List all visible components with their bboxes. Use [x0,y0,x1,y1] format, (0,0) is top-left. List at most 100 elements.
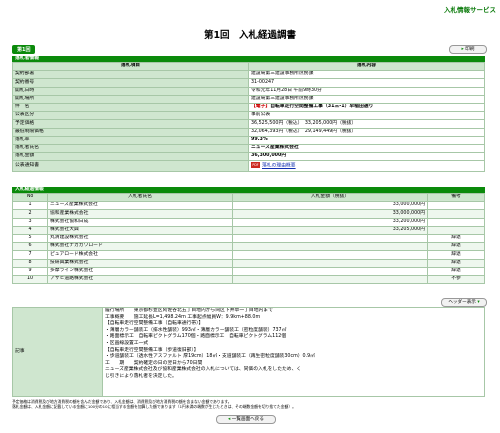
bid-note: 辞退 [427,266,485,276]
info-row: 落札者氏名 ニューズ産業株式会社 [12,143,485,154]
info-value: ニューズ産業株式会社 [248,143,485,154]
info-value: 令和元年11月28日 午前9時30分 [248,86,485,96]
bid-note [427,225,485,235]
info-key: 開札日時 [12,86,249,96]
tab-round-1[interactable]: 第1回 [12,45,36,54]
bid-note [427,201,485,211]
bid-no: 8 [12,258,48,268]
page-title: 第1回 入札経過調書 [203,30,297,41]
bid-row: 6 株式会社ナカガワロード 辞退 [12,242,485,252]
info-row: 予定価格 36,525,500円（税込） 33,205,000円（税抜） [12,119,485,129]
bid-amount [232,258,428,268]
print-button[interactable]: ▸ 印刷 [449,45,487,54]
bid-amount [232,242,428,252]
info-value: 36,300,000円 [248,152,485,162]
info-row: 公表通知書 PDF 落札の理由概要 [12,160,485,173]
info-value: 建設局第三建設事務所庶務課 [248,70,485,80]
back-to-list-button-label: 一覧画面へ戻る [231,417,264,422]
bid-amount: 33,000,000円 [232,209,428,219]
remarks-line: 履行場所 東京都杉並区阿佐谷北五丁目地内から同区下井草一丁目地内まで [105,308,273,314]
winner-info-table: 落札項目 落札内容 契約部署 建設局第三建設事務所庶務課 契約番号 31-00247… [12,61,485,173]
bid-name: 株式会社ナカガワロード [47,242,233,252]
winner-info-header-row: 落札項目 落札内容 [12,61,485,72]
bid-name: ピュアロード株式会社 [47,250,233,260]
project-name: 自転車走行空間整備工事（31三-1）早稲田通り [270,104,374,110]
bid-name: 丸清建設株式会社 [47,233,233,244]
bid-row: 9 多摩ライン株式会社 辞退 [12,266,485,276]
bid-note: 辞退 [427,242,485,252]
info-value: 事前公表 [248,111,485,121]
bid-name: アサヒ道路株式会社 [47,274,233,285]
bid-note: 辞退 [427,233,485,244]
bid-table: No 入札者氏名 入札金額（税抜） 備考 1 ニューズ産業株式会社 33,000,0… [12,192,485,285]
bid-note: 辞退 [427,258,485,268]
info-value: 【電子】自転車走行空間整備工事（31三-1）早稲田通り [248,102,485,113]
remarks-line: 【自転車走行空間整備工事（自転車通行帯）】 [105,321,204,327]
bid-amount: 33,205,000円 [232,225,428,235]
bid-name: 株式会社大興 [47,225,233,235]
bid-row: 10 アサヒ道路株式会社 不参 [12,274,485,285]
info-key: 落札者氏名 [12,143,249,154]
bid-amount [232,233,428,244]
info-row: 契約番号 31-00247 [12,78,485,88]
info-value: 36,525,500円（税込） 33,205,000円（税抜） [248,119,485,129]
footnote-2: 落札金額は、入札金額に記載している金額に100分の10に相当する金額を加算した額… [12,404,296,409]
back-to-list-button[interactable]: ◂ 一覧画面へ戻る [216,415,276,424]
info-row: 落札率 99.3% [12,135,485,145]
info-key: 契約番号 [12,78,249,88]
header-display-button[interactable]: ヘッダー表示 ▾ [441,298,487,307]
info-value: 建設局第三建設事務所庶務課 [248,94,485,104]
info-key: 落札金額 [12,152,249,162]
bid-amount [232,266,428,276]
print-button-label: 印刷 [465,47,475,52]
bid-row: 2 協和産業株式会社 33,000,000円 [12,209,485,219]
info-key: 開札場所 [12,94,249,104]
bid-amount: 33,000,000円 [232,201,428,211]
info-key: 落札率 [12,135,249,145]
bid-row: 8 技研興業株式会社 辞退 [12,258,485,268]
bid-note [427,217,485,227]
arrow-left-icon: ◂ [228,417,231,422]
remarks-table: 記事 履行場所 東京都杉並区阿佐谷北五丁目地内から同区下井草一丁目地内まで 工事概… [12,307,485,397]
bid-amount [232,274,428,285]
info-row: 開札日時 令和元年11月28日 午前9時30分 [12,86,485,96]
info-row: 件 名【電子】自転車走行空間整備工事（31三-1）早稲田通り [12,102,485,113]
print-icon: ▸ [461,47,464,52]
bid-no: 10 [12,274,48,285]
remarks-line: ・歩道舗装工（透水性アスファルト 厚19cm）18㎡・支道舗装工（再生密粒度舗装… [105,354,315,360]
electronic-badge: 【電子】 [251,104,271,110]
info-key: 公表区分 [12,111,249,121]
remarks-line: ニューズ産業株式会社及び協和産業株式会社の入札については、同価の入札をしたため、… [105,367,302,373]
info-value: 31-00247 [248,78,485,88]
service-name: 入札情報サービス [444,6,496,14]
bid-row: 4 株式会社大興 33,205,000円 [12,225,485,235]
info-row: 公表区分 事前公表 [12,111,485,121]
chevron-down-icon: ▾ [477,300,480,305]
info-key: 契約部署 [12,70,249,80]
bid-no: 5 [12,233,48,244]
remarks-label: 記事 [12,307,103,397]
remarks-line: ・区画線設置工一式 [105,340,149,346]
bid-no: 1 [12,201,48,211]
pdf-icon: PDF [251,162,260,169]
remarks-line: ・路面標示工 自転車ピクトグラム170個・路面標示工 自転車ピクトグラム112個 [105,334,287,340]
bid-no: 6 [12,242,48,252]
bid-no: 3 [12,217,48,227]
info-value: PDF 落札の理由概要 [248,160,485,173]
remarks-line: じ引きにより落札者を決定した。 [105,373,177,379]
bid-header-row: No 入札者氏名 入札金額（税抜） 備考 [12,192,485,203]
col-note-header: 備考 [427,192,485,203]
notice-link[interactable]: 落札の理由概要 [262,164,296,169]
bid-no: 2 [12,209,48,219]
bid-name: ニューズ産業株式会社 [47,201,233,211]
remarks-content: 履行場所 東京都杉並区阿佐谷北五丁目地内から同区下井草一丁目地内まで 工事概要 施… [102,307,485,397]
col-no-header: No [12,192,48,203]
info-row: 最低制限価格 32,064,393円（税込） 29,149,449円（税抜） [12,127,485,137]
info-key: 公表通知書 [12,160,249,173]
remarks-row: 記事 履行場所 東京都杉並区阿佐谷北五丁目地内から同区下井草一丁目地内まで 工事概… [12,307,485,397]
bid-name: 協和産業株式会社 [47,209,233,219]
bid-name: 多摩ライン株式会社 [47,266,233,276]
bid-row: 3 株式会社協和日成 33,200,000円 [12,217,485,227]
info-key: 件 名 [12,102,249,113]
info-key: 最低制限価格 [12,127,249,137]
